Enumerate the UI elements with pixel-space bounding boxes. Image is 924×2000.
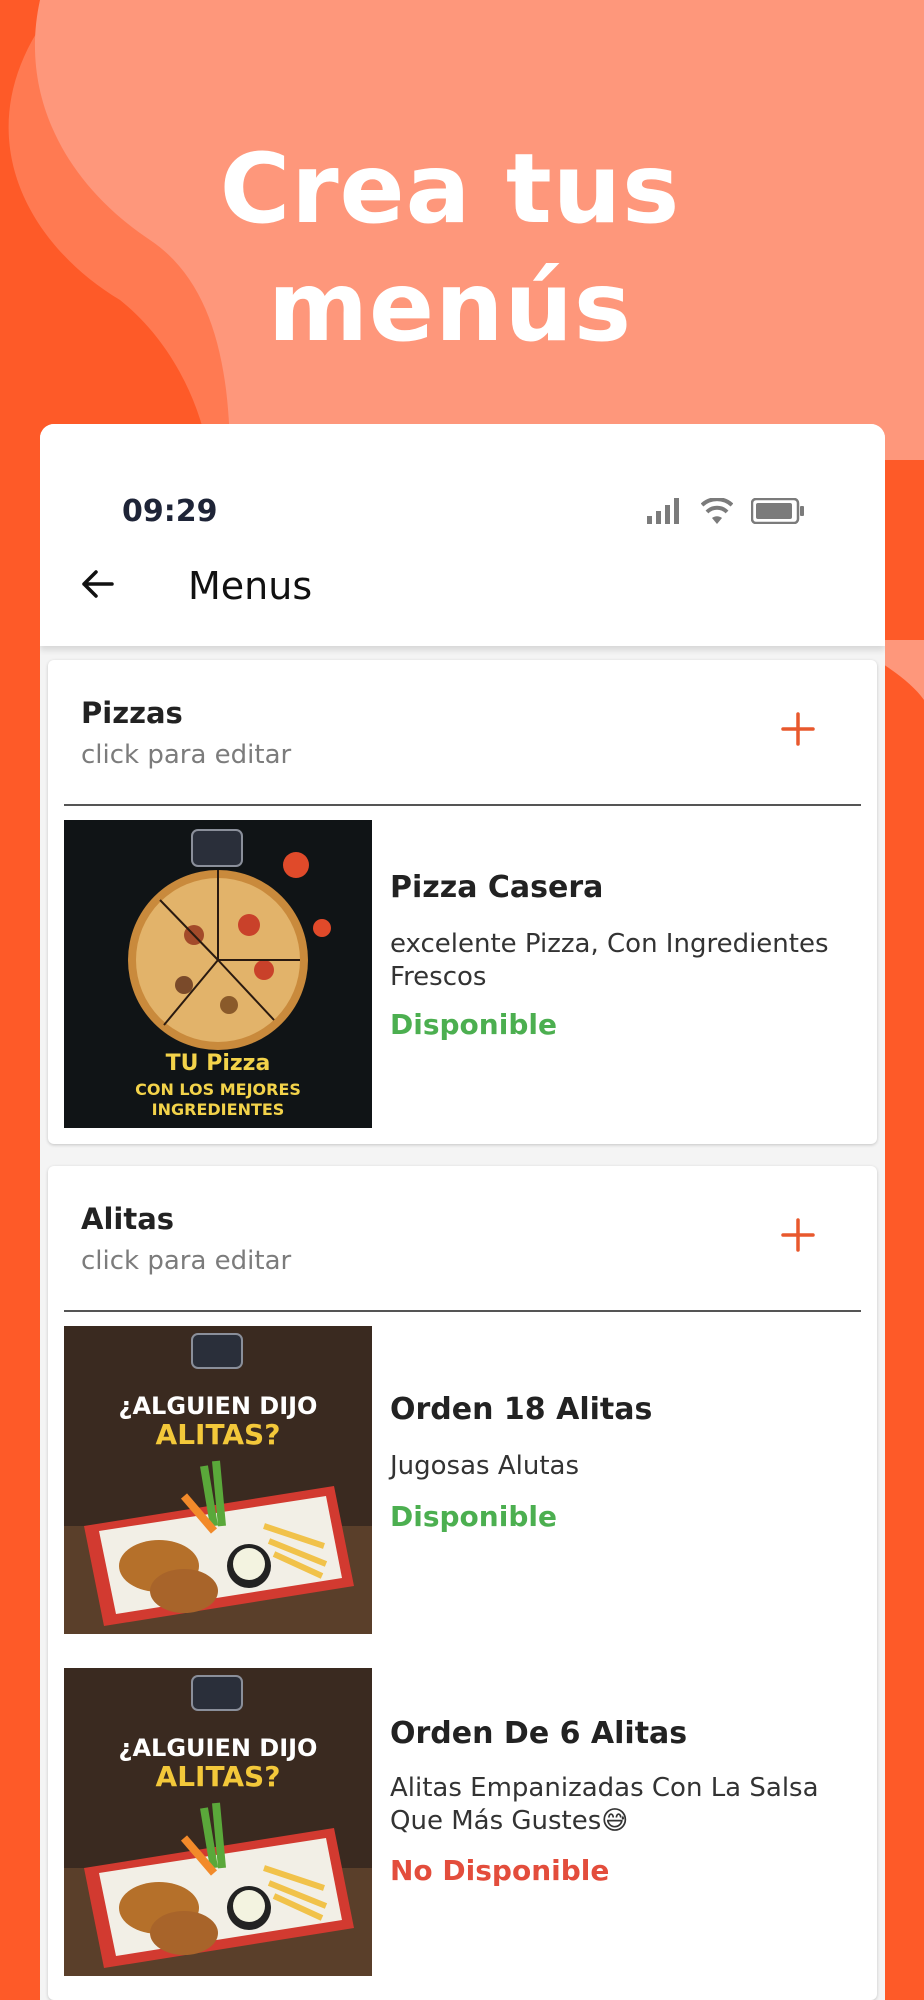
status-time: 09:29 [122, 494, 218, 529]
section-header[interactable]: Alitas click para editar [48, 1166, 877, 1310]
plus-icon[interactable] [781, 1218, 815, 1252]
section-subtitle: click para editar [81, 1246, 292, 1276]
headline: Crea tus menús [0, 130, 900, 366]
thumb-text: TU Pizza [166, 1051, 271, 1076]
thumb-text: ALITAS? [156, 1418, 281, 1451]
status-badge: Disponible [390, 1008, 557, 1041]
menu-section-pizzas: Pizzas click para editar TU Pizza CON LO… [48, 660, 877, 1144]
headline-line2: menús [268, 251, 632, 363]
status-badge: Disponible [390, 1500, 557, 1533]
divider [64, 804, 861, 806]
menu-item-pizza-casera[interactable]: TU Pizza CON LOS MEJORES INGREDIENTES Pi… [64, 820, 874, 1128]
thumb-text: INGREDIENTES [152, 1100, 285, 1119]
signal-icon [647, 498, 679, 524]
thumb-text: ¿ALGUIEN DIJO [119, 1734, 318, 1762]
section-header[interactable]: Pizzas click para editar [48, 660, 877, 804]
status-icons [647, 498, 805, 524]
thumb-text: CON LOS MEJORES [135, 1080, 301, 1099]
battery-icon [751, 498, 804, 524]
item-name: Orden 18 Alitas [390, 1392, 653, 1427]
section-title: Pizzas [81, 696, 183, 730]
headline-line1: Crea tus [219, 133, 681, 245]
wifi-icon [701, 498, 733, 524]
section-title: Alitas [81, 1202, 175, 1236]
wings-thumbnail: ¿ALGUIEN DIJO ALITAS? [64, 1326, 372, 1634]
app-bar: 09:29 Menus [40, 424, 885, 646]
item-description: Alitas Empanizadas Con La Salsa Que Más … [390, 1773, 819, 1836]
section-subtitle: click para editar [81, 740, 292, 770]
thumb-text: ALITAS? [156, 1760, 281, 1793]
status-badge: No Disponible [390, 1854, 610, 1887]
menu-item-orden-de-6-alitas[interactable]: ¿ALGUIEN DIJO ALITAS? Orden De 6 Alitas … [64, 1668, 874, 1976]
wings-thumbnail: ¿ALGUIEN DIJO ALITAS? [64, 1668, 372, 1976]
item-description: excelente Pizza, Con Ingredientes Fresco… [390, 929, 829, 992]
page-title: Menus [188, 564, 313, 608]
menu-item-orden-18-alitas[interactable]: ¿ALGUIEN DIJO ALITAS? Orden 18 Alitas Ju… [64, 1326, 874, 1634]
phone-screen: 09:29 Menus Pizzas click para editar TU … [40, 424, 885, 2000]
pizza-thumbnail: TU Pizza CON LOS MEJORES INGREDIENTES [64, 820, 372, 1128]
divider [64, 1310, 861, 1312]
thumb-text: ¿ALGUIEN DIJO [119, 1392, 318, 1420]
plus-icon[interactable] [781, 712, 815, 746]
menu-section-alitas: Alitas click para editar ¿ALGUIEN DIJO A… [48, 1166, 877, 2000]
item-description: Jugosas Alutas [390, 1451, 580, 1481]
item-name: Orden De 6 Alitas [390, 1716, 688, 1751]
item-name: Pizza Casera [390, 870, 604, 905]
arrow-left-icon[interactable] [78, 564, 118, 604]
